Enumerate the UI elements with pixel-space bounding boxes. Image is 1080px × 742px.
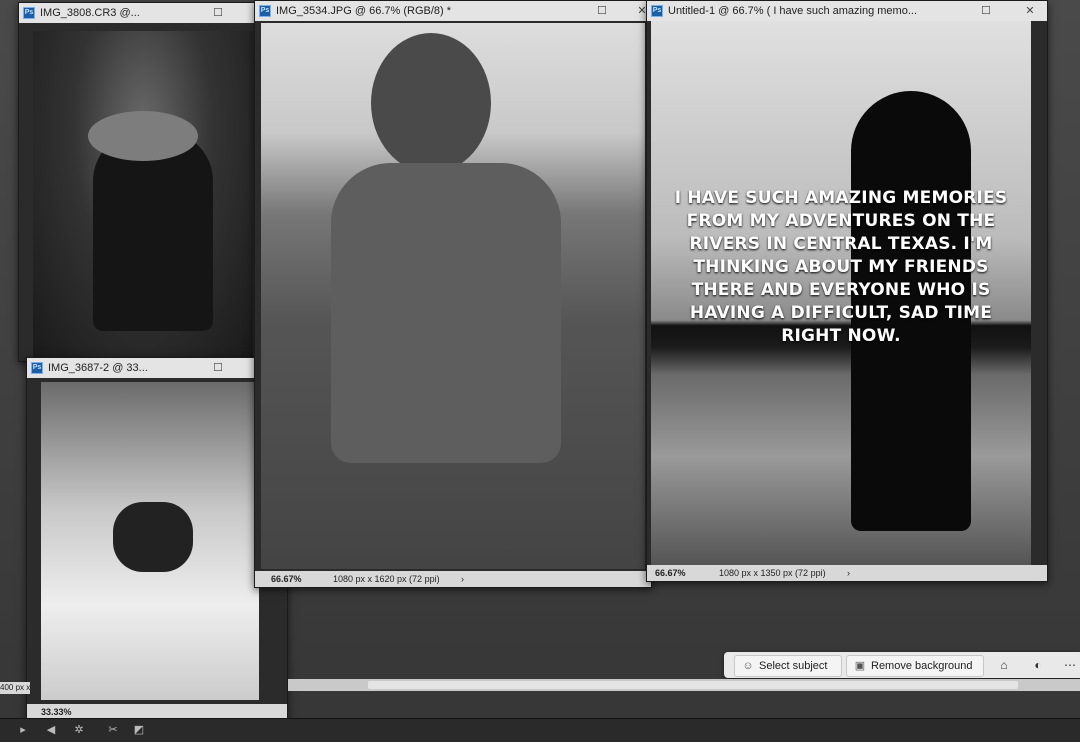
photo-subject-head bbox=[371, 33, 491, 173]
contextual-task-bar: ☺ Select subject ▣ Remove background ⌂ ◐ ⋯ bbox=[724, 652, 1080, 678]
document-dimensions: 1080 px x 1350 px (72 ppi) bbox=[719, 568, 826, 578]
close-icon[interactable]: ✕ bbox=[1021, 1, 1039, 21]
photo-silhouette-river: I HAVE SUCH AMAZING MEMORIES FROM MY ADV… bbox=[651, 21, 1031, 565]
window-titlebar[interactable]: Ps IMG_3808.CR3 @... ☐ bbox=[19, 3, 257, 23]
window-titlebar[interactable]: Ps Untitled-1 @ 66.7% ( I have such amaz… bbox=[647, 1, 1047, 21]
cowboy-hat bbox=[88, 111, 198, 161]
maximize-icon[interactable]: ☐ bbox=[593, 1, 611, 21]
window-title: IMG_3534.JPG @ 66.7% (RGB/8) * bbox=[276, 5, 452, 17]
scrollbar-thumb[interactable] bbox=[368, 681, 1018, 689]
window-titlebar[interactable]: Ps IMG_3534.JPG @ 66.7% (RGB/8) * ☐ ✕ bbox=[255, 1, 651, 21]
chevron-right-icon[interactable]: › bbox=[847, 565, 850, 581]
photo-subject bbox=[113, 502, 193, 572]
settings-icon[interactable]: ✲ bbox=[72, 723, 86, 737]
photoshop-icon: Ps bbox=[651, 5, 663, 17]
window-title: IMG_3687-2 @ 33... bbox=[48, 362, 148, 374]
quote-overlay-text: I HAVE SUCH AMAZING MEMORIES FROM MY ADV… bbox=[674, 188, 1008, 346]
document-window-untitled[interactable]: Ps Untitled-1 @ 66.7% ( I have such amaz… bbox=[646, 0, 1048, 582]
play-icon[interactable]: ▸ bbox=[16, 723, 30, 737]
document-dimensions-cut: 400 px x bbox=[0, 682, 30, 694]
photo-boy-sitting bbox=[261, 23, 645, 569]
audio-icon[interactable]: ◀ bbox=[44, 723, 58, 737]
transform-icon[interactable]: ⌂ bbox=[994, 655, 1014, 675]
document-window-img3687[interactable]: Ps IMG_3687-2 @ 33... ☐ 33.33% bbox=[26, 357, 288, 721]
image-icon: ▣ bbox=[854, 660, 866, 672]
maximize-icon[interactable]: ☐ bbox=[209, 3, 227, 23]
document-window-img3534[interactable]: Ps IMG_3534.JPG @ 66.7% (RGB/8) * ☐ ✕ 66… bbox=[254, 0, 652, 588]
document-dimensions: 1080 px x 1620 px (72 ppi) bbox=[333, 574, 440, 584]
photo-boy-in-river bbox=[41, 382, 259, 700]
window-title: IMG_3808.CR3 @... bbox=[40, 7, 140, 19]
document-window-img3808[interactable]: Ps IMG_3808.CR3 @... ☐ bbox=[18, 2, 258, 362]
status-bar: 66.67% 1080 px x 1350 px (72 ppi) › bbox=[647, 565, 1047, 581]
photoshop-icon: Ps bbox=[23, 7, 35, 19]
photo-subject bbox=[93, 131, 213, 331]
photoshop-icon: Ps bbox=[31, 362, 43, 374]
person-icon: ☺ bbox=[742, 660, 754, 672]
chevron-right-icon[interactable]: › bbox=[461, 571, 464, 587]
timeline-bar: ▸ ◀ ✲ ✂ ◩ bbox=[0, 718, 1080, 742]
remove-background-button[interactable]: ▣ Remove background bbox=[846, 655, 984, 677]
window-title: Untitled-1 @ 66.7% ( I have such amazing… bbox=[668, 5, 917, 17]
transition-icon[interactable]: ◩ bbox=[132, 723, 146, 737]
adjustment-icon[interactable]: ◐ bbox=[1028, 655, 1048, 675]
photo-subject-body bbox=[331, 163, 561, 463]
select-subject-button[interactable]: ☺ Select subject bbox=[734, 655, 842, 677]
scissors-icon[interactable]: ✂ bbox=[106, 723, 120, 737]
window-titlebar[interactable]: Ps IMG_3687-2 @ 33... ☐ bbox=[27, 358, 287, 378]
zoom-level[interactable]: 66.67% bbox=[655, 565, 686, 581]
maximize-icon[interactable]: ☐ bbox=[977, 1, 995, 21]
horizontal-scrollbar[interactable] bbox=[288, 679, 1080, 691]
status-bar: 66.67% 1080 px x 1620 px (72 ppi) › bbox=[255, 571, 651, 587]
photoshop-icon: Ps bbox=[259, 5, 271, 17]
maximize-icon[interactable]: ☐ bbox=[209, 358, 227, 378]
photo-cowboy-hat bbox=[33, 31, 253, 357]
zoom-level[interactable]: 66.67% bbox=[271, 571, 302, 587]
more-options-icon[interactable]: ⋯ bbox=[1060, 655, 1080, 675]
